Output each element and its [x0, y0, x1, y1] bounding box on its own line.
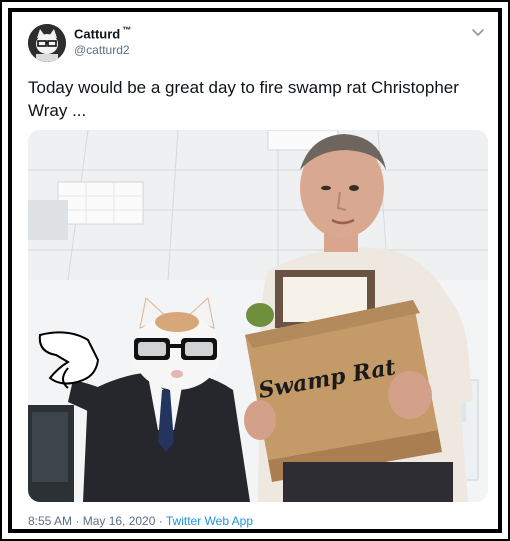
display-name-text: Catturd	[74, 26, 121, 42]
avatar[interactable]	[28, 24, 66, 62]
tweet-metadata: 8:55 AM · May 16, 2020 · Twitter Web App	[28, 514, 253, 528]
display-name[interactable]: Catturd ™	[74, 25, 131, 41]
tweet-card: Catturd ™ @catturd2 Today would be a grea…	[8, 8, 502, 533]
screenshot-frame: Catturd ™ @catturd2 Today would be a grea…	[0, 0, 510, 541]
cat-avatar-icon	[28, 24, 66, 62]
source-app-link[interactable]: Twitter Web App	[166, 514, 253, 528]
photo-illustration: Swamp Rat	[28, 130, 488, 502]
tweet-photo[interactable]: Swamp Rat	[28, 130, 488, 502]
timestamp[interactable]: 8:55 AM · May 16, 2020 ·	[28, 514, 166, 528]
chevron-down-icon[interactable]	[470, 24, 486, 40]
tweet-text: Today would be a great day to fire swamp…	[28, 78, 459, 120]
trademark-symbol: ™	[122, 25, 132, 35]
user-handle[interactable]: @catturd2	[74, 43, 130, 57]
